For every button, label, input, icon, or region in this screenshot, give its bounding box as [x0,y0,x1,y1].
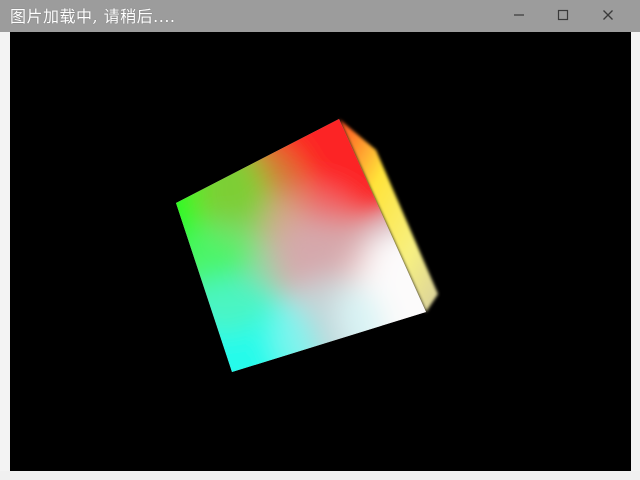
maximize-button[interactable] [548,4,578,26]
maximize-icon [557,9,569,21]
close-icon [602,9,614,21]
cube-front-face [176,119,426,372]
minimize-button[interactable] [504,4,534,26]
color-cube-scene [176,119,438,372]
minimize-icon [513,9,525,21]
title-bar[interactable]: 图片加载中, 请稍后.... [0,0,640,32]
render-viewport[interactable] [10,32,631,471]
app-window: 图片加载中, 请稍后.... [0,0,640,480]
loading-overlay-text: 图片加载中, 请稍后.... [10,7,176,26]
close-button[interactable] [593,4,623,26]
window-bottom-border [0,471,640,480]
